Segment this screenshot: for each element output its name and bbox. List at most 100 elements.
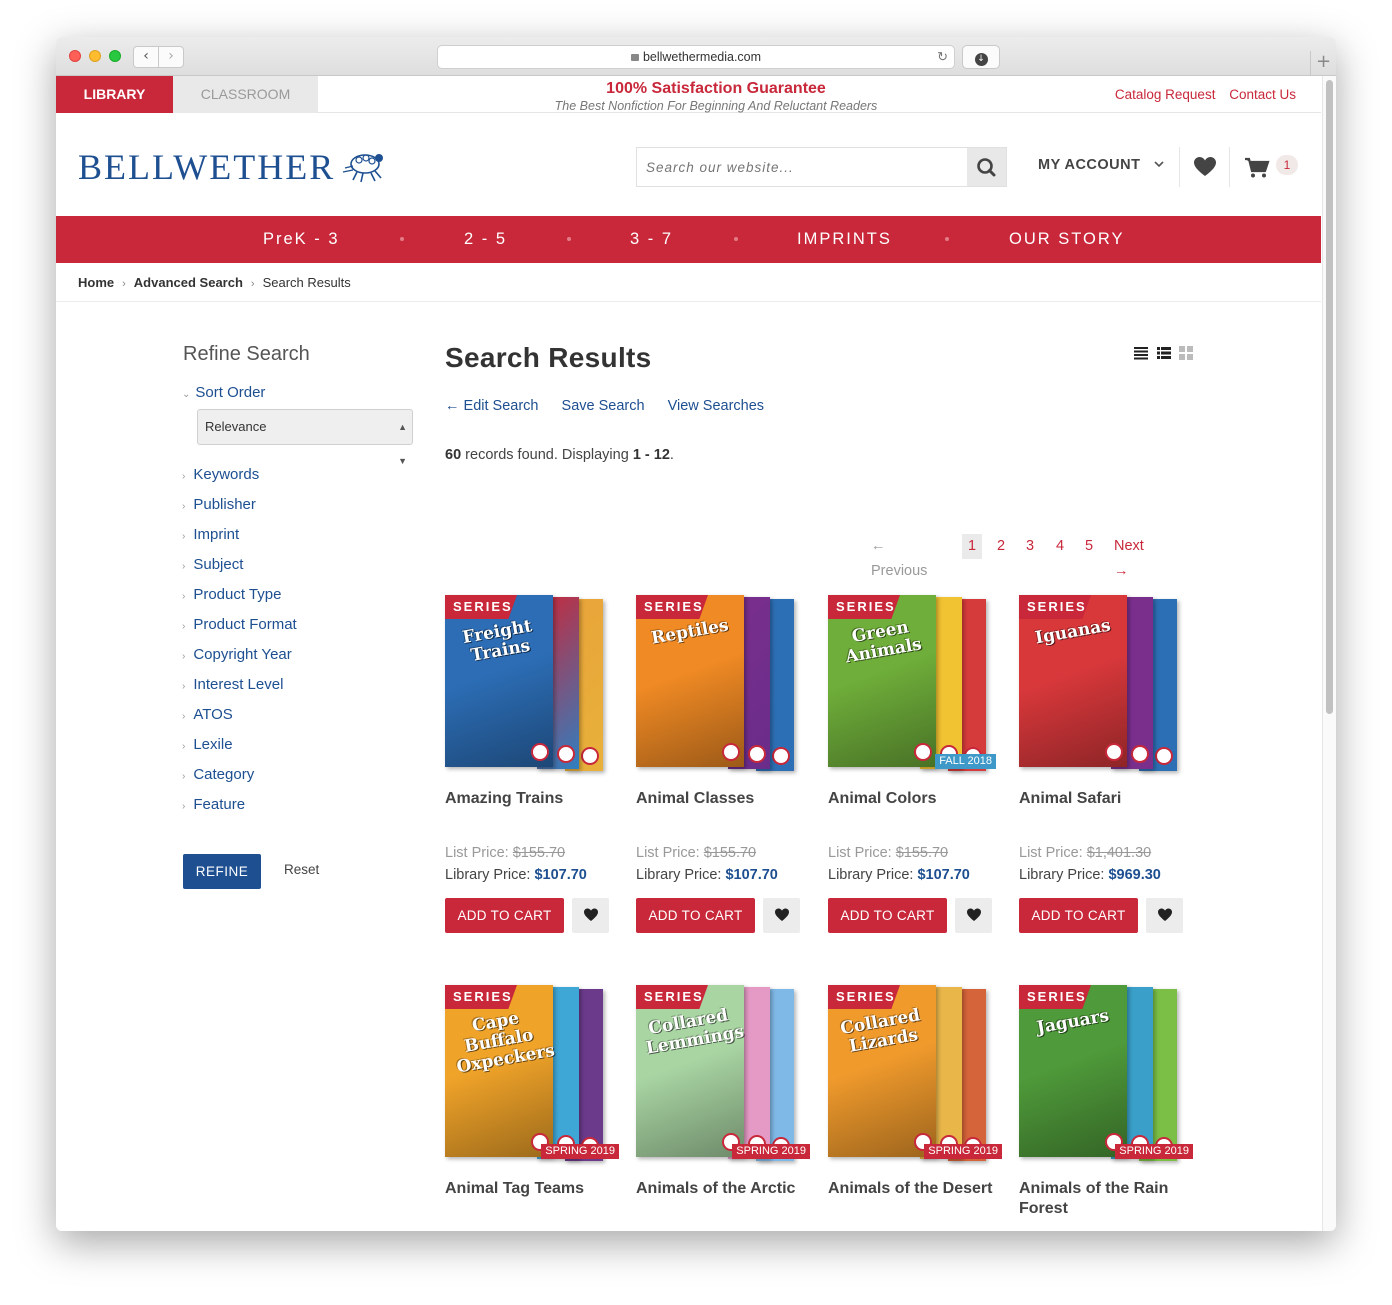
product-cover-image[interactable]: Jaguars SERIES SPRING 2019 [1019, 985, 1193, 1165]
product-name[interactable]: Amazing Trains [445, 789, 625, 809]
product-cover-image[interactable]: Reptiles SERIES [636, 595, 806, 775]
catalog-request-link[interactable]: Catalog Request [1115, 87, 1216, 102]
list-price-label: List Price: [1019, 845, 1083, 861]
search-input[interactable] [637, 148, 967, 186]
tab-library[interactable]: LIBRARY [56, 76, 173, 113]
my-account-menu[interactable]: MY ACCOUNT [1038, 157, 1165, 173]
scrollbar-thumb[interactable] [1326, 80, 1333, 714]
list-view-icon[interactable] [1134, 346, 1148, 365]
add-to-wishlist-button[interactable] [1146, 898, 1183, 933]
facet-category[interactable]: › Category [182, 766, 254, 783]
heart-icon [1157, 908, 1172, 921]
heart-icon [774, 908, 789, 921]
season-badge: SPRING 2019 [541, 1144, 619, 1159]
nav-item-prek-3[interactable]: PreK - 3 [263, 216, 340, 263]
facet-imprint[interactable]: › Imprint [182, 526, 239, 543]
list-price-label: List Price: [636, 845, 700, 861]
facet-subject[interactable]: › Subject [182, 556, 243, 573]
reload-icon[interactable]: ↻ [937, 46, 948, 68]
page-scrollbar[interactable] [1322, 76, 1336, 1231]
product-name[interactable]: Animal Safari [1019, 789, 1199, 809]
sort-order-toggle[interactable]: ⌄ Sort Order [182, 384, 265, 401]
next-page-link[interactable]: Next → [1114, 534, 1144, 579]
library-price-label: Library Price: [1019, 867, 1105, 883]
add-to-cart-button[interactable]: ADD TO CART [636, 898, 755, 933]
nav-item-imprints[interactable]: IMPRINTS [797, 216, 892, 263]
breadcrumb-advanced-search[interactable]: Advanced Search [134, 275, 243, 290]
tab-classroom[interactable]: CLASSROOM [173, 76, 318, 113]
cover-title: Freight Trains [460, 616, 534, 666]
site-logo[interactable]: BELLWETHER [78, 146, 335, 188]
product-cover-image[interactable]: Collared Lemmings SERIES SPRING 2019 [636, 985, 810, 1165]
forward-button[interactable]: › [158, 46, 184, 68]
page-link[interactable]: 2 [991, 534, 1011, 559]
close-window-button[interactable] [69, 50, 81, 62]
facet-publisher[interactable]: › Publisher [182, 496, 256, 513]
address-bar[interactable]: bellwethermedia.com ↻ [437, 45, 955, 69]
chevron-right-icon: › [182, 471, 186, 482]
product-cover-image[interactable]: Iguanas SERIES [1019, 595, 1189, 775]
chevron-right-icon: › [182, 531, 186, 542]
contact-us-link[interactable]: Contact Us [1229, 87, 1296, 102]
reset-button[interactable]: Reset [284, 862, 319, 877]
detailed-list-view-icon[interactable] [1157, 346, 1171, 365]
facet-product-type[interactable]: › Product Type [182, 586, 281, 603]
cover-title: Green Animals [843, 617, 924, 668]
page-link[interactable]: 4 [1050, 534, 1070, 559]
nav-item-2-5[interactable]: 2 - 5 [464, 216, 507, 263]
library-price-value: $107.70 [534, 867, 587, 883]
breadcrumb-home[interactable]: Home [78, 275, 114, 290]
save-search-link[interactable]: Save Search [562, 398, 645, 414]
search-button[interactable] [967, 148, 1006, 186]
list-price-value: $155.70 [703, 845, 757, 861]
product-cover-image[interactable]: Green Animals SERIES FALL 2018 [828, 595, 998, 775]
view-searches-link[interactable]: View Searches [668, 398, 764, 414]
series-tag: SERIES [445, 595, 517, 619]
add-to-wishlist-button[interactable] [955, 898, 992, 933]
previous-page-link[interactable]: ← Previous [871, 534, 927, 579]
add-to-cart-button[interactable]: ADD TO CART [1019, 898, 1138, 933]
nav-item-our-story[interactable]: OUR STORY [1009, 216, 1125, 263]
sort-order-select[interactable]: Relevance ▲ ▼ [197, 409, 413, 466]
downloads-button[interactable]: ↓ [962, 45, 1000, 69]
nav-item-3-7[interactable]: 3 - 7 [630, 216, 673, 263]
product-name[interactable]: Animals of the Rain Forest [1019, 1179, 1199, 1219]
refine-button[interactable]: REFINE [183, 854, 261, 889]
edit-search-link[interactable]: ← Edit Search [445, 398, 539, 414]
facet-product-format[interactable]: › Product Format [182, 616, 297, 633]
cover-title: Cape Buffalo Oxpeckers [455, 1008, 557, 1078]
minimize-window-button[interactable] [89, 50, 101, 62]
product-name[interactable]: Animal Colors [828, 789, 1008, 809]
facet-atos[interactable]: › ATOS [182, 706, 233, 723]
product-name[interactable]: Animal Tag Teams [445, 1179, 625, 1199]
facet-lexile[interactable]: › Lexile [182, 736, 233, 753]
wishlist-button[interactable] [1193, 156, 1217, 183]
add-to-cart-button[interactable]: ADD TO CART [445, 898, 564, 933]
library-price: Library Price: $107.70 [636, 867, 778, 883]
zoom-window-button[interactable] [109, 50, 121, 62]
page-link[interactable]: 5 [1079, 534, 1099, 559]
facet-copyright-year[interactable]: › Copyright Year [182, 646, 292, 663]
product-cover-image[interactable]: Collared Lizards SERIES SPRING 2019 [828, 985, 1002, 1165]
list-price: List Price: $155.70 [445, 845, 565, 861]
add-to-wishlist-button[interactable] [763, 898, 800, 933]
library-price: Library Price: $107.70 [445, 867, 587, 883]
new-tab-button[interactable]: + [1310, 51, 1336, 76]
page-link[interactable]: 3 [1020, 534, 1040, 559]
product-cover-image[interactable]: Freight Trains SERIES [445, 595, 615, 775]
facet-keywords[interactable]: › Keywords [182, 466, 259, 483]
library-price-label: Library Price: [445, 867, 531, 883]
back-button[interactable]: ‹ [133, 46, 159, 68]
product-cover-image[interactable]: Cape Buffalo Oxpeckers SERIES SPRING 2019 [445, 985, 619, 1165]
cart-button[interactable] [1244, 157, 1270, 184]
page-link[interactable]: 1 [962, 534, 982, 559]
facet-interest-level[interactable]: › Interest Level [182, 676, 283, 693]
facet-label: Category [193, 766, 255, 783]
grid-view-icon[interactable] [1179, 346, 1193, 365]
add-to-wishlist-button[interactable] [572, 898, 609, 933]
product-name[interactable]: Animal Classes [636, 789, 816, 809]
facet-feature[interactable]: › Feature [182, 796, 245, 813]
add-to-cart-button[interactable]: ADD TO CART [828, 898, 947, 933]
product-name[interactable]: Animals of the Desert [828, 1179, 1008, 1199]
product-name[interactable]: Animals of the Arctic [636, 1179, 816, 1199]
